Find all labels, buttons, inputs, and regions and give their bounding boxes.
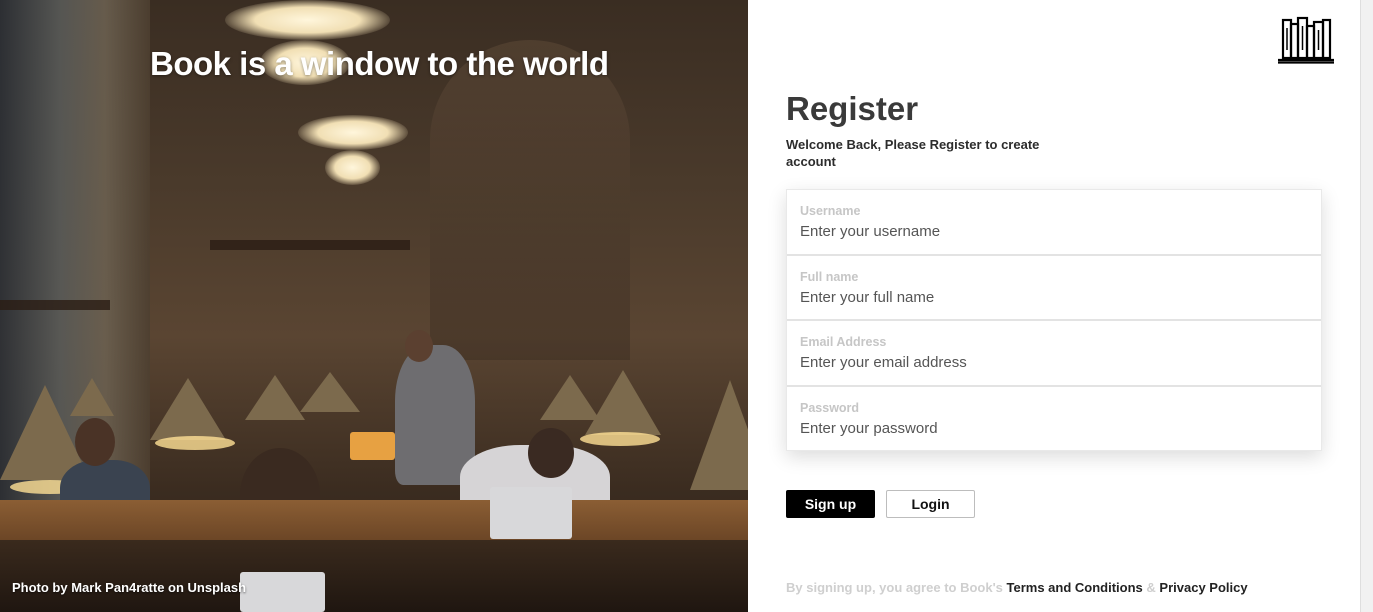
hero-title: Book is a window to the world: [150, 45, 609, 82]
scrollbar[interactable]: [1360, 0, 1373, 612]
floor: [0, 540, 748, 612]
terms-and: &: [1142, 580, 1160, 595]
register-panel: Register Welcome Back, Please Register t…: [748, 0, 1360, 612]
lamp-glow: [580, 432, 660, 446]
library-shelf: [0, 300, 110, 310]
page-title: Register: [786, 90, 919, 127]
library-shelf: [210, 240, 410, 250]
laptop: [490, 487, 572, 539]
terms-notice: By signing up, you agree to Book's Terms…: [786, 580, 1248, 595]
table-lamp: [70, 378, 114, 416]
table-lamp: [150, 378, 226, 440]
table-lamp: [690, 380, 748, 490]
fullname-input[interactable]: [800, 288, 1308, 306]
credit-on: on: [164, 580, 188, 595]
signup-button[interactable]: Sign up: [786, 490, 875, 518]
username-label: Username: [800, 204, 861, 218]
lamp-glow: [155, 436, 235, 450]
password-field-group: Password: [787, 387, 1321, 453]
person-standing: [395, 345, 475, 485]
chandelier: [325, 150, 380, 185]
table-lamp: [300, 372, 360, 412]
person-head: [528, 428, 574, 478]
username-field-group: Username: [787, 190, 1321, 256]
credit-author-link[interactable]: Mark Pan4ratte: [71, 580, 164, 595]
credit-site-link[interactable]: Unsplash: [188, 580, 247, 595]
login-button[interactable]: Login: [886, 490, 975, 518]
credit-prefix: Photo by: [12, 580, 72, 595]
username-input[interactable]: [800, 223, 1308, 240]
page-subtitle: Welcome Back, Please Register to create …: [786, 137, 1040, 169]
fullname-label: Full name: [800, 269, 859, 284]
terms-prefix: By signing up, you agree to Book's: [786, 580, 1007, 595]
person-head: [405, 330, 433, 362]
reading-table: [0, 500, 748, 540]
register-form: Username Full name Email Address Passwor…: [786, 189, 1322, 451]
privacy-link[interactable]: Privacy Policy: [1159, 580, 1247, 595]
library-arch: [430, 40, 630, 360]
terms-link[interactable]: Terms and Conditions: [1007, 580, 1143, 595]
bookshelf-icon: [1278, 16, 1334, 64]
chandelier: [225, 0, 390, 40]
laptop: [240, 572, 325, 612]
password-input[interactable]: [800, 419, 1308, 437]
photo-credit: Photo by Mark Pan4ratte on Unsplash: [12, 580, 246, 595]
password-label: Password: [800, 400, 860, 415]
laptop: [350, 432, 395, 460]
table-lamp: [585, 370, 661, 435]
email-label: Email Address: [800, 335, 887, 349]
email-input[interactable]: [800, 354, 1308, 371]
table-lamp: [245, 375, 305, 420]
fullname-field-group: Full name: [787, 256, 1321, 321]
hero-image: Book is a window to the world Photo by M…: [0, 0, 748, 612]
chandelier: [298, 115, 408, 150]
person-head: [75, 418, 115, 466]
email-field-group: Email Address: [787, 321, 1321, 387]
